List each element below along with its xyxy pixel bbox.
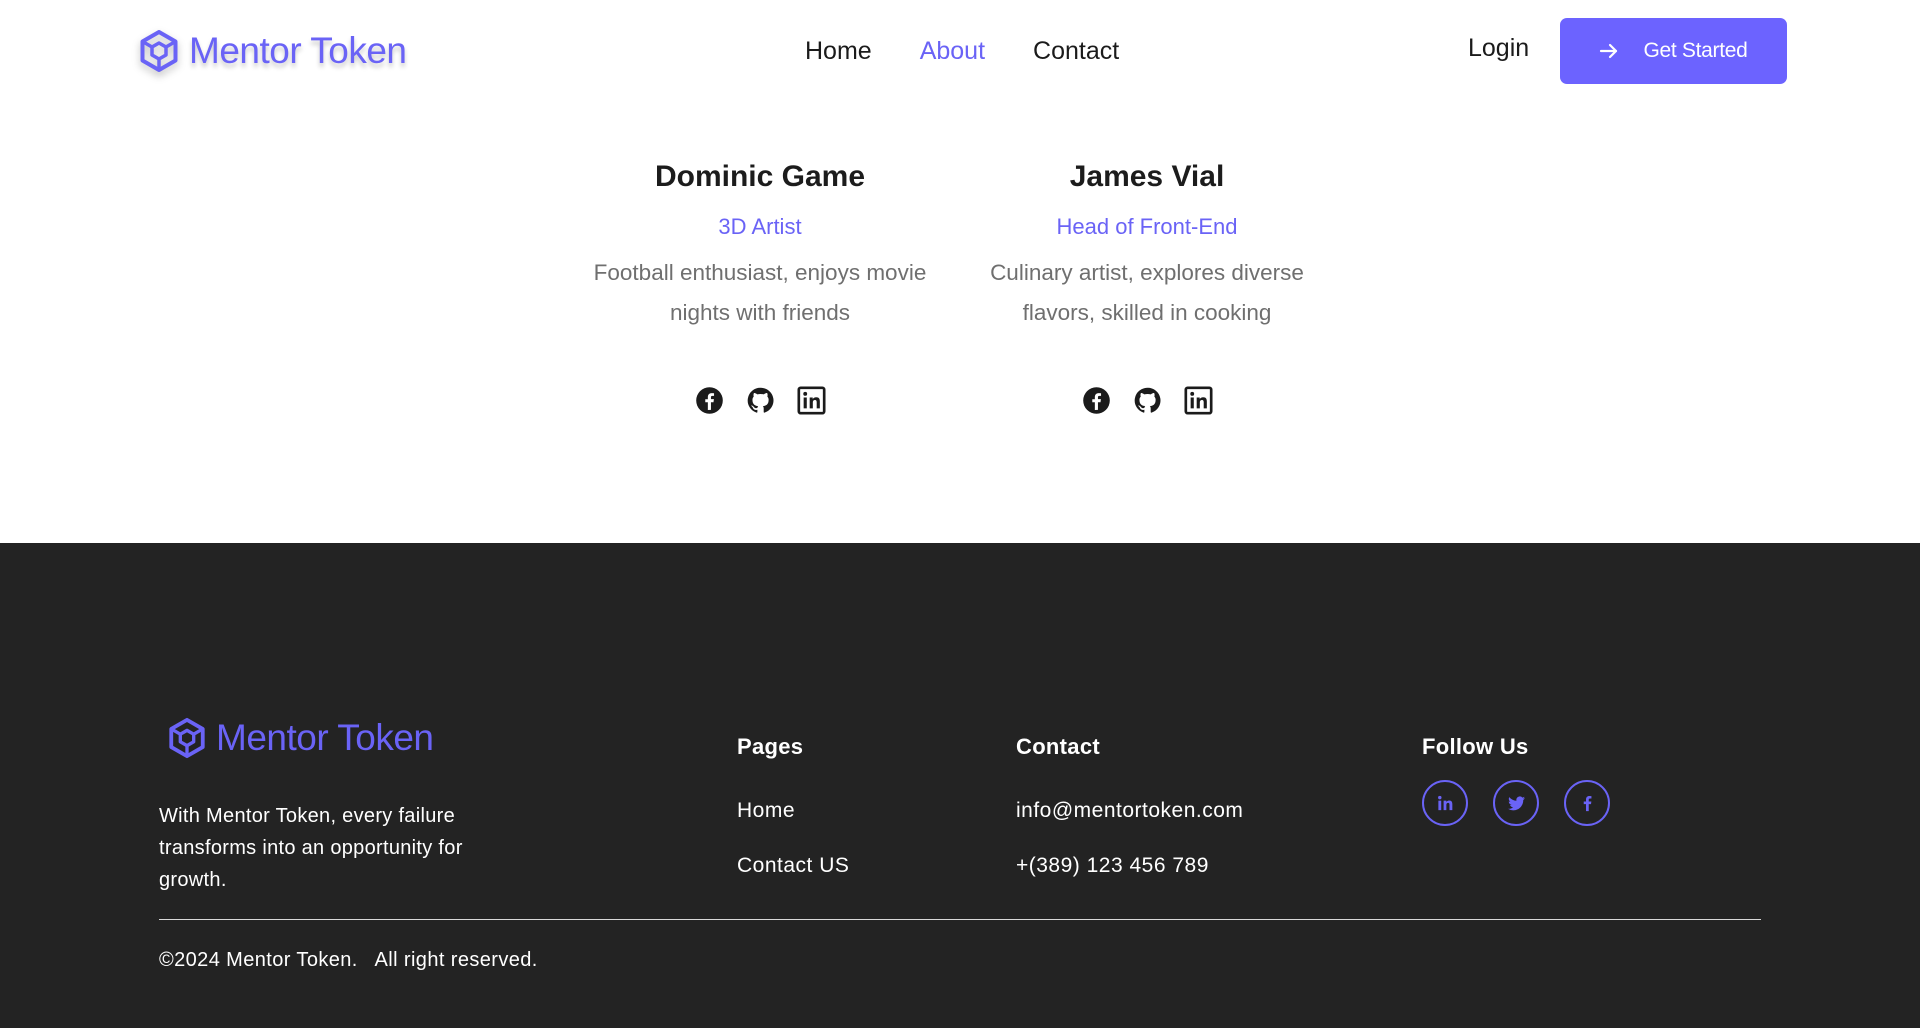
member-socials — [957, 386, 1337, 415]
footer-follow-column: Follow Us — [1422, 731, 1610, 826]
get-started-button[interactable]: Get Started — [1560, 18, 1787, 84]
member-role: 3D Artist — [718, 214, 802, 239]
get-started-label: Get Started — [1643, 39, 1748, 62]
footer-copyright: ©2024 Mentor Token. All right reserved. — [159, 949, 538, 971]
footer-link-contact-us[interactable]: Contact US — [737, 851, 849, 881]
member-role: Head of Front-End — [1056, 214, 1238, 239]
logo-icon — [169, 717, 205, 759]
nav-home[interactable]: Home — [805, 37, 872, 66]
arrow-right-icon — [1600, 43, 1618, 59]
site-header: Mentor Token Home About Contact Login Ge… — [0, 0, 1920, 102]
team-card-james: James Vial Head of Front-End Culinary ar… — [957, 152, 1337, 415]
member-bio: Football enthusiast, enjoys movie nights… — [570, 253, 950, 333]
member-bio-line: flavors, skilled in cooking — [1022, 300, 1272, 325]
footer-logo[interactable]: Mentor Token — [166, 717, 434, 759]
logo-icon — [140, 30, 178, 72]
member-bio-line: nights with friends — [669, 300, 851, 325]
linkedin-icon[interactable] — [1183, 386, 1213, 415]
facebook-icon[interactable] — [1082, 386, 1111, 415]
footer-pages-title: Pages — [737, 734, 804, 759]
nav-contact[interactable]: Contact — [1033, 37, 1119, 66]
footer-email-link[interactable]: info@mentortoken.com — [1016, 796, 1243, 826]
team-card-dominic: Dominic Game 3D Artist Football enthusia… — [570, 152, 950, 415]
footer-contact-column: Contact info@mentortoken.com +(389) 123 … — [1016, 731, 1243, 881]
member-bio: Culinary artist, explores diverse flavor… — [957, 253, 1337, 333]
member-socials — [570, 386, 950, 415]
footer-divider — [159, 919, 1761, 920]
facebook-icon[interactable] — [695, 386, 724, 415]
footer-link-home[interactable]: Home — [737, 796, 849, 826]
footer-logo-text: Mentor Token — [216, 717, 434, 758]
nav-about[interactable]: About — [920, 37, 985, 66]
main-nav: Home About Contact — [805, 34, 1119, 68]
footer-tagline: With Mentor Token, every failure transfo… — [159, 805, 463, 891]
twitter-icon[interactable] — [1493, 780, 1539, 826]
member-name: Dominic Game — [654, 160, 866, 193]
github-icon[interactable] — [746, 386, 775, 415]
facebook-icon[interactable] — [1564, 780, 1610, 826]
linkedin-icon[interactable] — [796, 386, 826, 415]
footer-phone-link[interactable]: +(389) 123 456 789 — [1016, 851, 1243, 881]
linkedin-icon[interactable] — [1422, 780, 1468, 826]
footer-social-icons — [1422, 780, 1610, 826]
logo-text: Mentor Token — [189, 30, 407, 71]
github-icon[interactable] — [1133, 386, 1162, 415]
login-link[interactable]: Login — [1468, 34, 1529, 63]
header-logo[interactable]: Mentor Token — [137, 26, 407, 76]
footer-pages-column: Pages Home Contact US — [737, 731, 849, 881]
footer-contact-title: Contact — [1016, 734, 1100, 759]
member-name: James Vial — [1069, 160, 1225, 193]
site-footer: Mentor Token With Mentor Token, every fa… — [0, 543, 1920, 1028]
member-bio-line: Culinary artist, explores diverse — [990, 260, 1304, 285]
member-bio-line: Football enthusiast, enjoys movie — [593, 260, 927, 285]
footer-follow-title: Follow Us — [1422, 734, 1529, 759]
